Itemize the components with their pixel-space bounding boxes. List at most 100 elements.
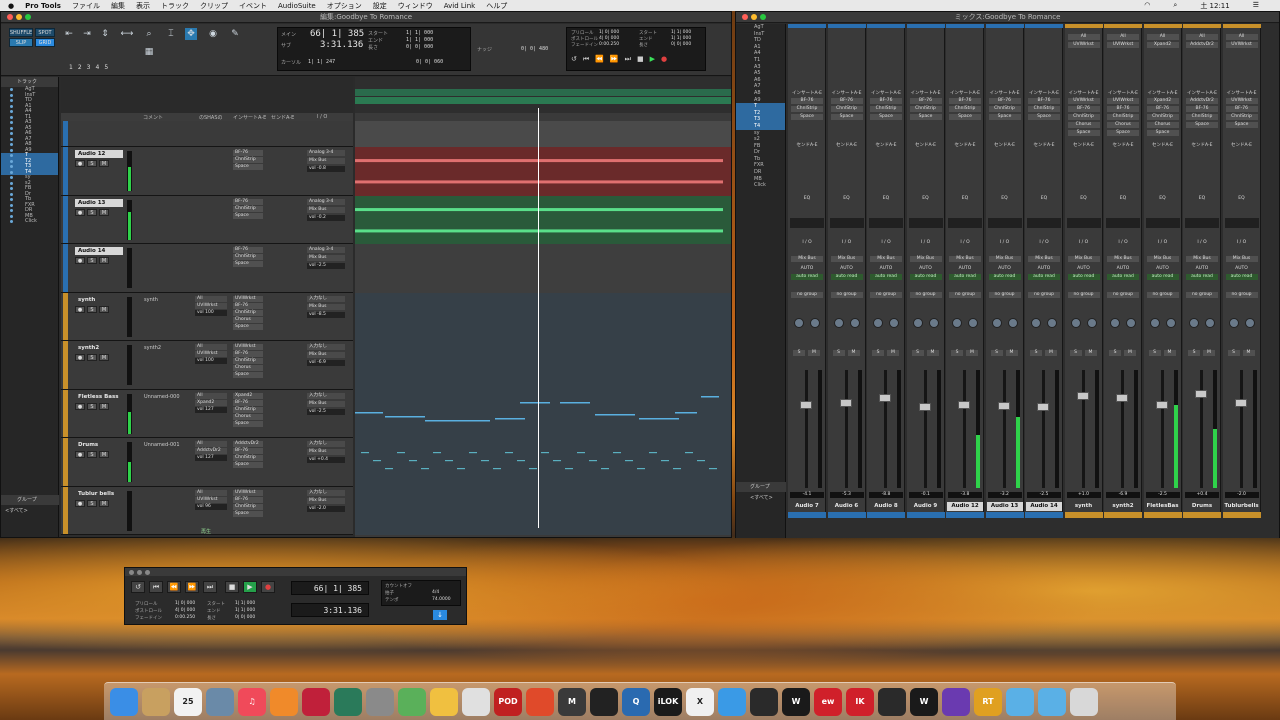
pod-farm-icon[interactable]: POD [494,687,522,716]
volume-fader-track[interactable] [963,370,966,488]
track-name[interactable]: synth [75,296,123,304]
mixer-track-list-item[interactable]: InsT [736,31,785,38]
end-value[interactable]: 1| 1| 000 [406,37,433,43]
insert-slot[interactable]: AddctvDr2 [233,441,263,447]
eq-curve-display[interactable] [829,218,864,228]
wifi-icon[interactable]: ◠ [1144,1,1150,11]
ik-app-icon[interactable]: IK [846,687,874,716]
mode-grid-button[interactable]: GRID [35,38,55,47]
solo-button[interactable]: S [793,350,805,356]
insert-slot[interactable]: UVIWrkst [233,344,263,350]
selector-tool-icon[interactable]: ⌶ [165,28,177,40]
output-selector[interactable]: Mix Bus [307,158,345,164]
mixer-track-list-item[interactable]: T3 [736,116,785,123]
return-to-zero-icon[interactable]: ⏮ [583,55,589,64]
menu-view[interactable]: 表示 [136,1,150,11]
insert-slot[interactable]: ChnlStrip [233,157,263,163]
mute-button[interactable]: M [99,451,109,458]
zoom-icon[interactable] [145,569,150,575]
insert-slot[interactable]: ChnlStrip [870,106,902,112]
menu-audiosuite[interactable]: AudioSuite [278,2,316,10]
insert-slot[interactable]: Space [233,462,263,468]
solo-button[interactable]: S [1148,350,1161,356]
insert-slot[interactable]: ChnlStrip [830,106,863,112]
quicktime-icon[interactable]: Q [622,687,650,716]
solo-button[interactable]: S [1109,350,1121,356]
solo-button[interactable]: S [87,257,97,264]
track-comment[interactable]: Unnamed-000 [144,394,180,400]
transport-play-button[interactable]: ▶ [243,581,257,593]
insert-slot[interactable]: BF-76 [233,150,263,156]
channel-strip[interactable]: インサートA-E BF-76 ChnlStrip Space センドA-E EQ I / O… [946,24,984,518]
menu-avid-link[interactable]: Avid Link [444,2,475,10]
system-prefs-icon[interactable] [366,687,394,716]
tw-preroll[interactable]: 1| 0| 000 [175,601,195,606]
volume-fader-track[interactable] [844,370,848,488]
track-name[interactable]: Audio 13 [75,198,123,207]
eq-curve-display[interactable] [1066,218,1101,228]
zoomer-tool-icon[interactable]: ⌕ [143,28,155,40]
download-arrow-icon[interactable]: ↓ [433,610,447,620]
track-lane[interactable] [355,121,731,147]
track-visibility-icon[interactable] [10,148,13,152]
input-selector[interactable]: 入力なし [307,489,345,496]
track-visibility-icon[interactable] [10,165,13,168]
mixer-track-list-item[interactable]: A9 [736,97,785,104]
output-selector[interactable]: Mix Bus [1225,256,1258,262]
volume-fader-track[interactable] [923,370,927,488]
eq-curve-display[interactable] [790,218,824,228]
transport-loop-button[interactable]: ↺ [131,581,145,593]
volume-db-readout[interactable]: -2.5 [1027,492,1061,498]
insert-slot[interactable]: BF-76 [1225,106,1258,112]
insert-slot[interactable]: ChnlStrip [233,358,263,364]
volume-db-readout[interactable]: -6.9 [1106,492,1140,498]
insert-slot[interactable]: BF-76 [233,496,263,503]
midi-input-selector[interactable]: All [1186,34,1218,40]
insert-slot[interactable]: ChnlStrip [791,106,823,112]
volume-readout[interactable]: vol +0.4 [307,457,345,463]
close-icon[interactable] [129,569,134,575]
strip-name[interactable]: Audio 7 [789,502,825,511]
mini-length[interactable]: 0| 0| 000 [671,42,691,47]
automation-mode-selector[interactable]: auto read [949,274,981,280]
insert-slot[interactable]: Chorus [233,316,263,323]
mute-button[interactable]: M [1045,350,1057,356]
zoom-preset-2[interactable]: 2 [78,64,82,71]
track-row[interactable]: Audio 14 ● S M BF-76 ChnlStrip Space Analog 3-4… [61,244,353,293]
track-visibility-icon[interactable] [10,93,13,97]
insert-slot[interactable]: Space [909,114,942,120]
length-value[interactable]: 0| 0| 000 [406,44,433,50]
track-visibility-icon[interactable] [10,110,13,113]
insert-slot[interactable]: ChnlStrip [1067,114,1100,120]
track-lane[interactable] [355,292,731,341]
books-icon[interactable] [270,687,298,716]
pan-left-knob[interactable] [1110,318,1120,328]
output-selector[interactable]: Mix Bus [1028,256,1060,262]
track-visibility-icon[interactable] [10,137,13,141]
track-lane[interactable] [355,147,731,196]
mute-button[interactable]: M [1242,350,1255,356]
volume-db-readout[interactable]: -3.2 [987,492,1022,498]
solo-button[interactable]: S [87,402,97,410]
track-row-partial[interactable] [61,121,353,147]
instrument-selector[interactable]: UVIWrkst [1107,42,1139,48]
pan-right-knob[interactable] [968,318,978,328]
main-counter-value[interactable]: 66| 1| 385 [310,29,364,39]
group-all[interactable]: <すべて> [5,507,28,514]
glasses-app-icon[interactable] [750,687,778,716]
midi-input-selector[interactable]: All [195,489,227,496]
mixer-track-list-item[interactable]: AgT [736,24,785,31]
track-visibility-icon[interactable] [10,187,13,190]
midi-input-selector[interactable]: All [1146,34,1179,40]
output-selector[interactable]: Mix Bus [307,449,345,455]
menu-clip[interactable]: クリップ [200,1,228,11]
insert-slot[interactable]: Space [233,420,263,427]
meter-value[interactable]: 4/4 [432,590,439,595]
pan-right-knob[interactable] [1165,318,1176,328]
volume-fader-handle[interactable] [800,400,812,409]
eq-curve-display[interactable] [1224,218,1259,228]
input-selector[interactable]: 入力なし [307,295,345,302]
mixer-group-all[interactable]: <すべて> [750,494,773,501]
instrument-selector[interactable]: AddctvDr2 [195,448,227,454]
insert-slot[interactable]: Space [233,212,263,219]
